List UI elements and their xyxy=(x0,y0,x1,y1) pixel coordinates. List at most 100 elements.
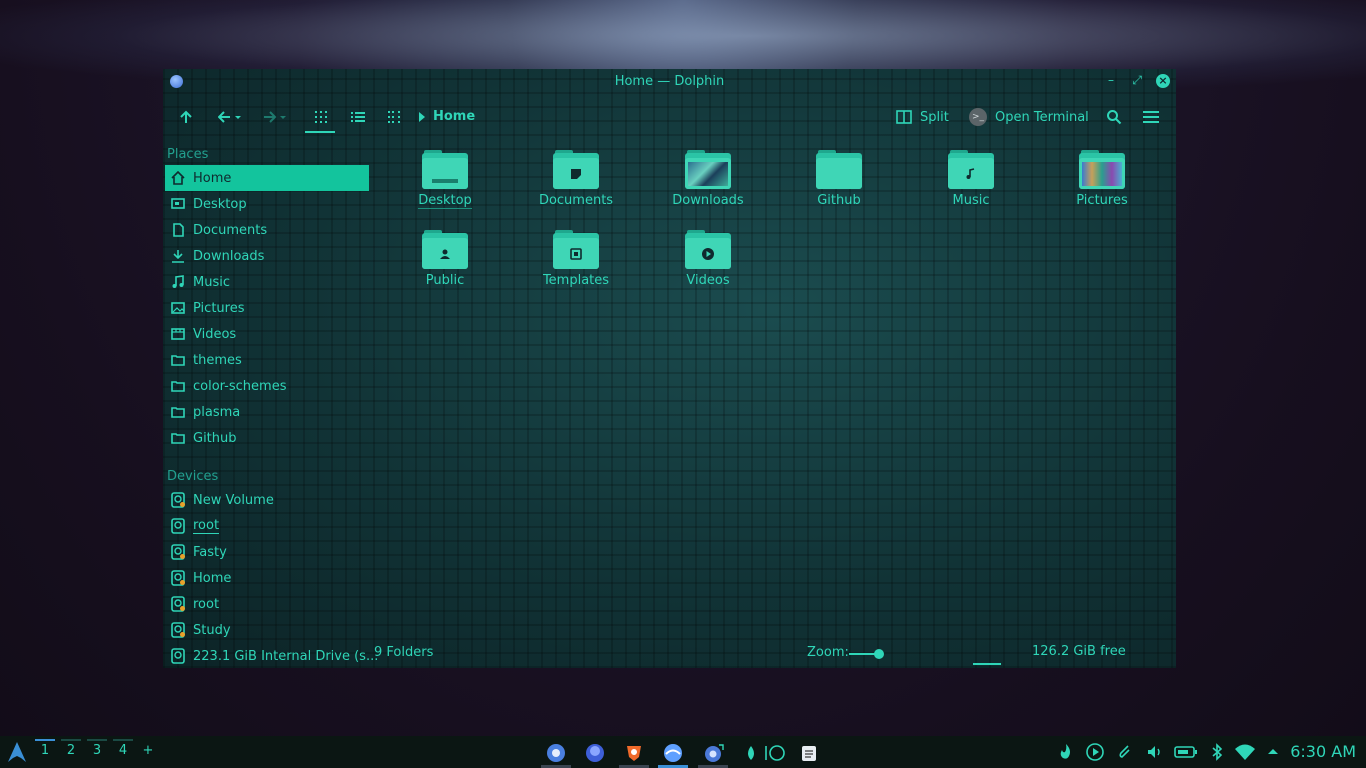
desktop-indicator xyxy=(113,739,133,741)
places-section-title: Places xyxy=(167,147,209,162)
folder-item-music[interactable]: Music xyxy=(916,150,1026,208)
task-circle-icon[interactable] xyxy=(764,743,785,763)
folder-item-templates[interactable]: Templates xyxy=(521,230,631,288)
bluetooth-icon[interactable] xyxy=(1210,743,1224,765)
video-icon xyxy=(171,327,185,341)
folder-icon xyxy=(816,150,862,189)
device-label: Study xyxy=(193,622,231,638)
folder-item-public[interactable]: Public xyxy=(390,230,500,288)
desktop-indicator xyxy=(35,739,55,741)
folder-item-pictures[interactable]: Pictures xyxy=(1047,150,1157,208)
battery-icon[interactable] xyxy=(1174,743,1198,765)
document-icon xyxy=(171,223,185,237)
volume-icon[interactable] xyxy=(1146,743,1164,765)
back-button[interactable] xyxy=(218,105,244,129)
device-label: root xyxy=(193,518,220,534)
breadcrumb[interactable]: Home xyxy=(419,109,475,124)
task-dolphin-icon[interactable] xyxy=(546,743,566,763)
device-label: Home xyxy=(193,570,232,586)
titlebar[interactable]: Home — Dolphin – ⤢ × xyxy=(163,69,1176,93)
device-item[interactable]: root xyxy=(163,513,373,539)
sidebar-item-color-schemes[interactable]: color-schemes xyxy=(163,373,373,399)
device-item[interactable]: root xyxy=(163,591,373,617)
sidebar-item-music[interactable]: Music xyxy=(163,269,373,295)
folder-item-desktop[interactable]: Desktop xyxy=(390,150,500,209)
hamburger-menu-button[interactable] xyxy=(1143,105,1159,129)
folder-item-github[interactable]: Github xyxy=(784,150,894,208)
open-terminal-button[interactable]: >_ Open Terminal xyxy=(969,105,1089,129)
mount-status-dot xyxy=(180,632,185,637)
downloads-folder-icon xyxy=(685,150,731,189)
mount-status-dot xyxy=(180,580,185,585)
compact-view-button[interactable] xyxy=(387,105,401,129)
sidebar-item-desktop[interactable]: Desktop xyxy=(163,191,373,217)
sidebar-item-themes[interactable]: themes xyxy=(163,347,373,373)
virtual-desktop-4[interactable]: 4 xyxy=(113,743,133,758)
device-item[interactable]: Fasty xyxy=(163,539,373,565)
clipboard-icon[interactable] xyxy=(1116,743,1134,765)
arrow-up-icon xyxy=(180,110,192,123)
sidebar-item-pictures[interactable]: Pictures xyxy=(163,295,373,321)
maximize-button[interactable]: ⤢ xyxy=(1132,73,1142,88)
places-panel: Places Home Desktop Documents Downloads Musi… xyxy=(163,145,378,668)
forward-button[interactable] xyxy=(263,105,289,129)
folder-name: Videos xyxy=(686,273,730,288)
folder-count: 9 Folders xyxy=(374,645,434,660)
folder-icon xyxy=(171,431,185,445)
search-button[interactable] xyxy=(1106,105,1122,129)
task-brave-icon[interactable] xyxy=(624,743,644,763)
sidebar-item-label: Desktop xyxy=(193,196,247,212)
task-droplet-icon[interactable] xyxy=(744,743,764,763)
sidebar-item-label: Pictures xyxy=(193,300,245,316)
folder-item-documents[interactable]: Documents xyxy=(521,150,631,208)
split-button[interactable]: Split xyxy=(896,105,949,129)
sidebar-item-label: themes xyxy=(193,352,242,368)
icons-view-button[interactable] xyxy=(314,105,328,129)
virtual-desktop-1[interactable]: 1 xyxy=(35,743,55,758)
task-files-icon[interactable] xyxy=(663,743,683,763)
media-play-icon[interactable] xyxy=(1086,743,1104,765)
device-label: Fasty xyxy=(193,544,227,560)
add-desktop-button[interactable]: + xyxy=(138,743,158,758)
folder-item-downloads[interactable]: Downloads xyxy=(653,150,763,208)
task-browser-icon[interactable] xyxy=(585,743,605,763)
up-button[interactable] xyxy=(179,105,193,129)
sidebar-item-documents[interactable]: Documents xyxy=(163,217,373,243)
device-item[interactable]: New Volume xyxy=(163,487,373,513)
free-space-bar xyxy=(973,663,1001,665)
sidebar-item-home[interactable]: Home xyxy=(165,165,369,191)
window-title: Home — Dolphin xyxy=(614,73,725,89)
file-view[interactable]: Desktop Documents Downloads Github Music Pict… xyxy=(378,145,1176,635)
device-item[interactable]: Home xyxy=(163,565,373,591)
folder-name: Public xyxy=(425,273,465,288)
folder-item-videos[interactable]: Videos xyxy=(653,230,763,288)
sidebar-item-github[interactable]: Github xyxy=(163,425,373,451)
open-terminal-label: Open Terminal xyxy=(995,109,1089,125)
task-chromium-icon[interactable] xyxy=(703,743,724,763)
task-notes-icon[interactable] xyxy=(800,743,820,763)
sidebar-item-plasma[interactable]: plasma xyxy=(163,399,373,425)
videos-folder-icon xyxy=(685,230,731,269)
app-menu-icon[interactable] xyxy=(170,75,183,88)
zoom-label: Zoom: xyxy=(807,645,849,660)
zoom-slider-handle[interactable] xyxy=(874,649,884,659)
desktop-icon xyxy=(171,197,185,211)
breadcrumb-home[interactable]: Home xyxy=(433,109,475,124)
wifi-icon[interactable] xyxy=(1234,743,1256,765)
clock[interactable]: 6:30 AM xyxy=(1290,742,1356,761)
minimize-button[interactable]: – xyxy=(1108,73,1114,87)
flame-icon[interactable] xyxy=(1057,743,1075,765)
virtual-desktop-3[interactable]: 3 xyxy=(87,743,107,758)
folder-name: Pictures xyxy=(1076,193,1128,208)
sidebar-item-videos[interactable]: Videos xyxy=(163,321,373,347)
taskbar: 1234 + 6:30 AM xyxy=(0,736,1366,768)
expand-tray-icon[interactable] xyxy=(1266,743,1280,765)
device-label: New Volume xyxy=(193,492,274,508)
app-launcher-button[interactable] xyxy=(7,741,27,767)
details-view-button[interactable] xyxy=(351,105,365,129)
drive-icon xyxy=(171,518,185,534)
sidebar-item-downloads[interactable]: Downloads xyxy=(163,243,373,269)
virtual-desktop-2[interactable]: 2 xyxy=(61,743,81,758)
close-button[interactable]: × xyxy=(1156,74,1170,88)
device-item[interactable]: Study xyxy=(163,617,373,643)
